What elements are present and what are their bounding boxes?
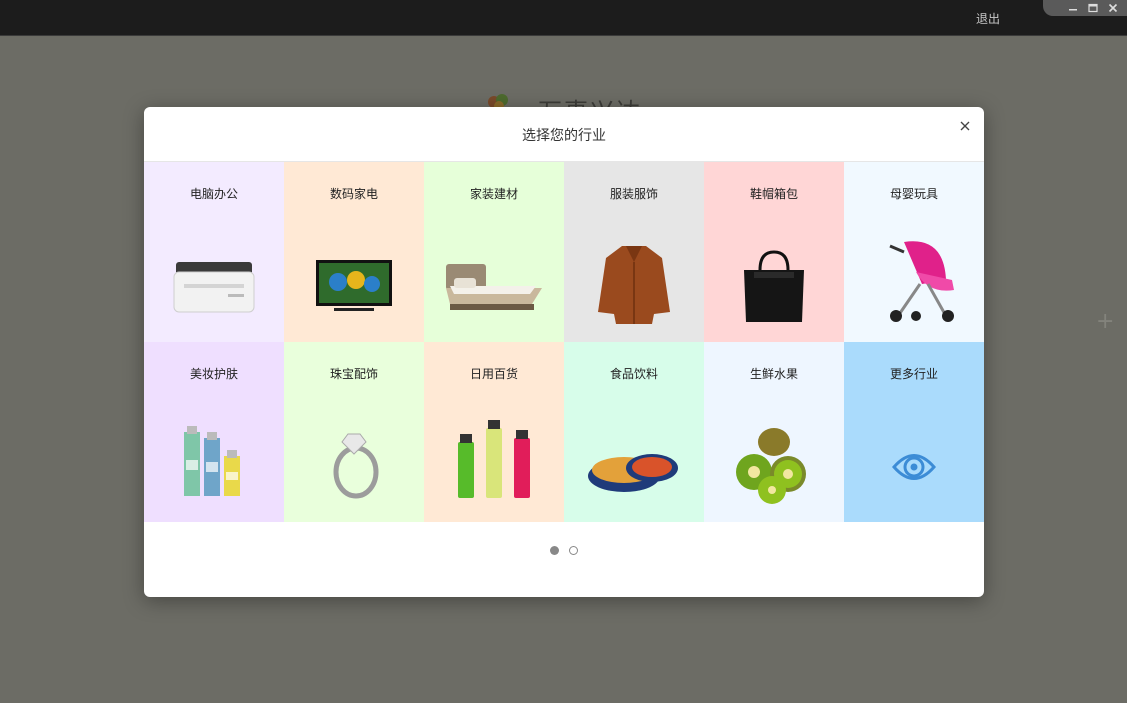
minimize-icon[interactable] bbox=[1067, 2, 1079, 14]
page-indicator bbox=[144, 546, 984, 555]
industry-tile-baby-toys[interactable]: 母婴玩具 bbox=[844, 162, 984, 342]
handbag-icon bbox=[744, 250, 804, 322]
industry-grid: 电脑办公 数码家电 家装建材 服装服饰 鞋帽箱包 母婴玩具 美妆护肤 珠宝配饰 … bbox=[144, 162, 984, 522]
industry-label: 数码家电 bbox=[329, 187, 378, 201]
industry-tile-apparel[interactable]: 服装服饰 bbox=[564, 162, 704, 342]
industry-tile-fresh-fruit[interactable]: 生鲜水果 bbox=[704, 342, 844, 522]
industry-label: 电脑办公 bbox=[189, 187, 238, 201]
industry-label: 家装建材 bbox=[469, 187, 518, 201]
industry-tile-jewelry[interactable]: 珠宝配饰 bbox=[284, 342, 424, 522]
industry-label: 服装服饰 bbox=[609, 187, 658, 201]
industry-tile-home-building[interactable]: 家装建材 bbox=[424, 162, 564, 342]
close-icon[interactable] bbox=[958, 119, 972, 133]
eye-icon bbox=[892, 454, 936, 480]
add-icon: + bbox=[1096, 309, 1115, 334]
cosmetics-icon bbox=[184, 426, 240, 496]
cookie-tin-icon bbox=[588, 454, 678, 492]
industry-tile-more[interactable]: 更多行业 bbox=[844, 342, 984, 522]
title-bar: 退出 bbox=[0, 0, 1127, 36]
window-controls bbox=[1043, 0, 1127, 16]
tv-icon bbox=[316, 260, 392, 311]
dialog-title: 选择您的行业 bbox=[522, 128, 606, 144]
industry-dialog: 选择您的行业 电脑办公 数码家电 家装建材 服装服饰 鞋帽箱包 母婴玩具 美妆护… bbox=[144, 107, 984, 597]
page-dot-1[interactable] bbox=[550, 546, 559, 555]
industry-label: 珠宝配饰 bbox=[329, 367, 378, 381]
printer-icon bbox=[173, 262, 255, 313]
industry-tile-beauty[interactable]: 美妆护肤 bbox=[144, 342, 284, 522]
kiwi-icon bbox=[736, 428, 806, 504]
dialog-header: 选择您的行业 bbox=[144, 107, 984, 162]
industry-label: 生鲜水果 bbox=[749, 367, 798, 381]
industry-label: 母婴玩具 bbox=[889, 187, 938, 201]
industry-tile-digital-appliance[interactable]: 数码家电 bbox=[284, 162, 424, 342]
industry-label: 更多行业 bbox=[889, 367, 938, 381]
maximize-icon[interactable] bbox=[1087, 2, 1099, 14]
bed-icon bbox=[446, 264, 542, 310]
industry-label: 鞋帽箱包 bbox=[749, 187, 798, 201]
industry-tile-food-beverage[interactable]: 食品饮料 bbox=[564, 342, 704, 522]
industry-tile-daily-goods[interactable]: 日用百货 bbox=[424, 342, 564, 522]
bottles-icon bbox=[458, 420, 530, 498]
industry-tile-shoes-bags[interactable]: 鞋帽箱包 bbox=[704, 162, 844, 342]
exit-button[interactable]: 退出 bbox=[976, 10, 1000, 27]
industry-label: 美妆护肤 bbox=[189, 367, 238, 381]
stroller-icon bbox=[889, 241, 954, 322]
close-window-icon[interactable] bbox=[1107, 2, 1119, 14]
industry-tile-computer-office[interactable]: 电脑办公 bbox=[144, 162, 284, 342]
ring-icon bbox=[333, 433, 379, 499]
coat-icon bbox=[598, 246, 670, 324]
industry-label: 食品饮料 bbox=[609, 367, 658, 381]
industry-label: 日用百货 bbox=[469, 367, 518, 381]
page-dot-2[interactable] bbox=[569, 546, 578, 555]
